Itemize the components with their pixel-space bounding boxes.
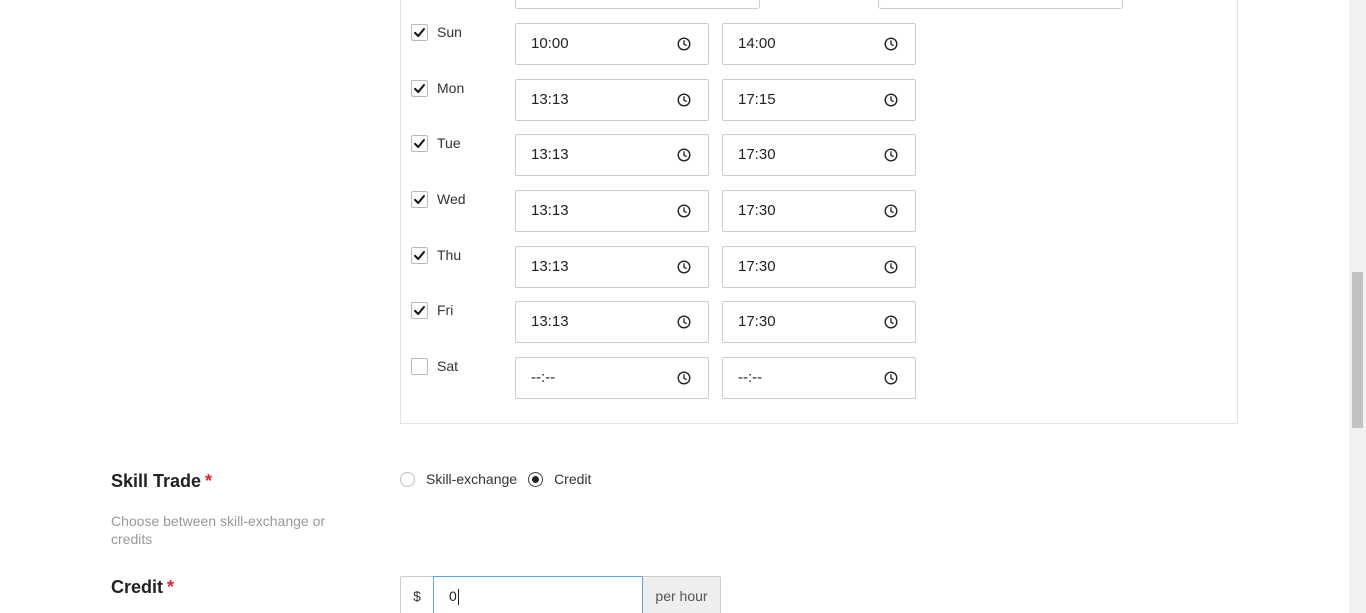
start-time-value: 13:13 — [531, 313, 569, 330]
clock-icon[interactable] — [884, 37, 898, 51]
dollar-addon: $ — [400, 576, 433, 613]
end-time-input[interactable]: 14:00 — [722, 23, 916, 65]
checkmark-icon — [413, 193, 426, 206]
end-time-input[interactable]: 17:30 — [722, 246, 916, 288]
clock-icon[interactable] — [677, 204, 691, 218]
end-time-input[interactable]: 17:30 — [722, 301, 916, 343]
day-label: Thu — [437, 247, 462, 263]
clock-icon[interactable] — [677, 371, 691, 385]
credit-amount-input[interactable]: 0 — [433, 576, 643, 613]
scrollbar-thumb[interactable] — [1352, 272, 1363, 428]
skill-exchange-radio[interactable] — [400, 471, 415, 487]
clock-icon[interactable] — [884, 93, 898, 107]
skill-exchange-label[interactable]: Skill-exchange — [426, 471, 517, 487]
per-hour-addon: per hour — [643, 576, 721, 613]
end-time-value: 17:30 — [738, 313, 776, 330]
day-checkbox[interactable] — [411, 191, 428, 208]
start-time-value: 13:13 — [531, 91, 569, 108]
start-time-input[interactable]: 13:13 — [515, 246, 709, 288]
clock-icon[interactable] — [677, 315, 691, 329]
start-time-value: --:-- — [531, 369, 556, 386]
required-asterisk: * — [205, 471, 213, 491]
end-time-value: --:-- — [738, 369, 763, 386]
credit-option-label[interactable]: Credit — [554, 471, 591, 487]
clock-icon[interactable] — [677, 37, 691, 51]
clock-icon[interactable] — [677, 148, 691, 162]
day-checkbox[interactable] — [411, 302, 428, 319]
checkmark-icon — [413, 137, 426, 150]
start-time-input[interactable]: 10:00 — [515, 23, 709, 65]
timezone-end-field[interactable] — [878, 0, 1123, 9]
clock-icon[interactable] — [677, 93, 691, 107]
start-time-value: 10:00 — [531, 35, 569, 52]
end-time-value: 14:00 — [738, 35, 776, 52]
clock-icon[interactable] — [884, 260, 898, 274]
start-time-input[interactable]: 13:13 — [515, 190, 709, 232]
credit-radio[interactable] — [528, 471, 544, 487]
radio-selected-dot — [532, 475, 540, 483]
timezone-start-field[interactable] — [515, 0, 760, 9]
text-caret — [457, 589, 459, 606]
day-checkbox[interactable] — [411, 135, 428, 152]
clock-icon[interactable] — [884, 204, 898, 218]
start-time-input[interactable]: 13:13 — [515, 79, 709, 121]
credit-input-group: $ 0 per hour — [400, 576, 721, 613]
day-label: Fri — [437, 302, 454, 318]
credit-label: Credit * — [111, 577, 175, 597]
vertical-scrollbar[interactable] — [1349, 0, 1366, 613]
day-row-0: Sun 10:00 14:00 — [0, 23, 1349, 67]
end-time-input[interactable]: 17:30 — [722, 190, 916, 232]
day-checkbox[interactable] — [411, 24, 428, 41]
day-label: Sat — [437, 358, 459, 374]
day-row-5: Fri 13:13 17:30 — [0, 301, 1349, 345]
start-time-input[interactable]: --:-- — [515, 357, 709, 399]
checkmark-icon — [413, 82, 426, 95]
day-label: Sun — [437, 24, 462, 40]
day-checkbox[interactable] — [411, 358, 428, 375]
start-time-input[interactable]: 13:13 — [515, 301, 709, 343]
end-time-value: 17:30 — [738, 202, 776, 219]
skill-trade-label: Skill Trade * — [111, 471, 213, 491]
clock-icon[interactable] — [677, 260, 691, 274]
end-time-input[interactable]: --:-- — [722, 357, 916, 399]
day-checkbox[interactable] — [411, 80, 428, 97]
clock-icon[interactable] — [884, 315, 898, 329]
page-viewport: Sun 10:00 14:00 Mon 13:13 17:15 Tue 13:13 17:30 W… — [0, 0, 1349, 613]
start-time-value: 13:13 — [531, 202, 569, 219]
start-time-input[interactable]: 13:13 — [515, 134, 709, 176]
end-time-value: 17:30 — [738, 258, 776, 275]
skill-trade-help: Choose between skill-exchange or credits — [111, 513, 326, 547]
day-row-2: Tue 13:13 17:30 — [0, 134, 1349, 178]
skill-trade-radio-group: Skill-exchange Credit — [400, 471, 591, 487]
day-row-3: Wed 13:13 17:30 — [0, 190, 1349, 234]
end-time-value: 17:15 — [738, 91, 776, 108]
day-row-4: Thu 13:13 17:30 — [0, 246, 1349, 290]
checkmark-icon — [413, 304, 426, 317]
day-checkbox[interactable] — [411, 247, 428, 264]
start-time-value: 13:13 — [531, 146, 569, 163]
required-asterisk: * — [167, 577, 175, 597]
start-time-value: 13:13 — [531, 258, 569, 275]
checkmark-icon — [413, 26, 426, 39]
day-label: Mon — [437, 80, 465, 96]
end-time-value: 17:30 — [738, 146, 776, 163]
end-time-input[interactable]: 17:15 — [722, 79, 916, 121]
end-time-input[interactable]: 17:30 — [722, 134, 916, 176]
day-label: Tue — [437, 135, 461, 151]
day-row-1: Mon 13:13 17:15 — [0, 79, 1349, 123]
clock-icon[interactable] — [884, 371, 898, 385]
checkmark-icon — [413, 249, 426, 262]
day-row-6: Sat --:-- --:-- — [0, 357, 1349, 401]
day-label: Wed — [437, 191, 466, 207]
clock-icon[interactable] — [884, 148, 898, 162]
